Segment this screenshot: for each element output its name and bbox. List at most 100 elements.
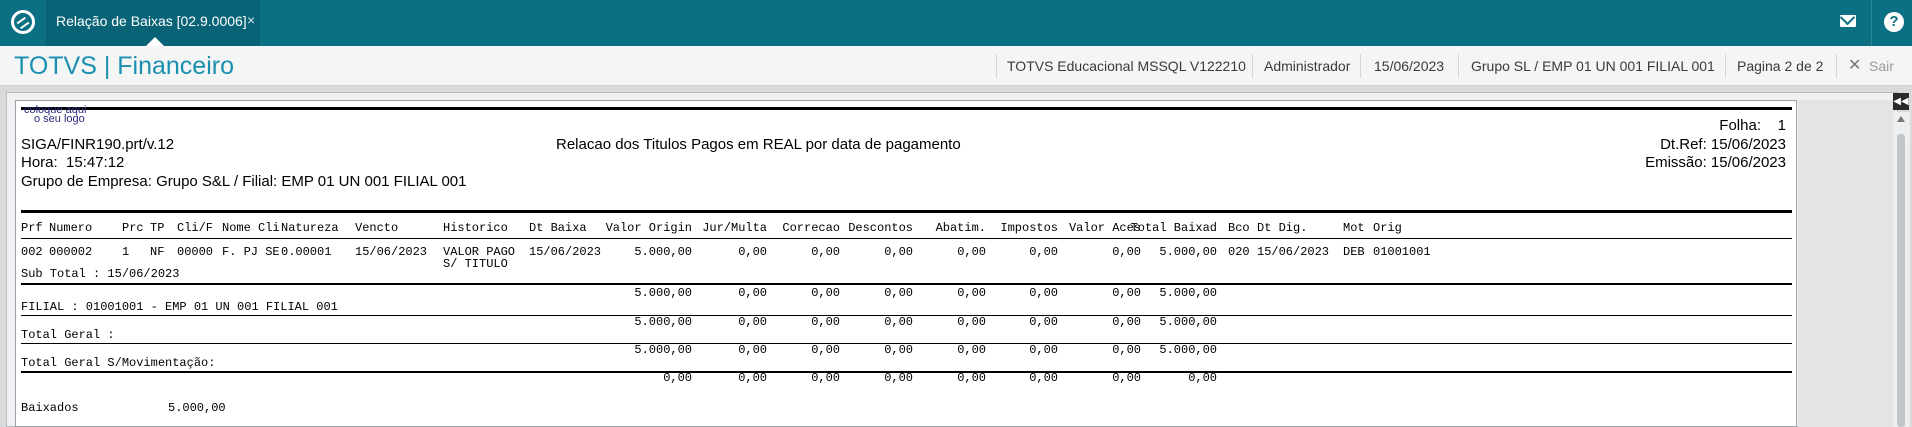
mail-icon[interactable] (1840, 15, 1856, 27)
totalgeral-jurmulta: 0,00 (738, 343, 767, 357)
report-emissao: Emissão: 15/06/2023 (1645, 154, 1786, 171)
report-page: coloque aqui o seu logo Folha: 1 SIGA/FI… (15, 100, 1797, 427)
col-dtdig: Dt Dig. (1257, 221, 1308, 235)
tab-close-icon[interactable]: × (247, 12, 255, 28)
col-orig: Orig (1373, 221, 1402, 235)
report-title: Relacao dos Titulos Pagos em REAL por da… (556, 136, 961, 153)
report-program: SIGA/FINR190.prt/v.12 (21, 136, 175, 153)
subtotal-abatim: 0,00 (957, 286, 986, 300)
page-info: Pagina 2 de 2 (1737, 58, 1824, 74)
header-bar: TOTVS | Financeiro TOTVS Educacional MSS… (0, 46, 1912, 86)
environment-info[interactable]: TOTVS Educacional MSSQL V122210 (1007, 46, 1246, 86)
col-prc: Prc (122, 221, 144, 235)
cell-historico-2: S/ TITULO (443, 257, 508, 271)
semmov-abatim: 0,00 (957, 371, 986, 385)
company-logo-placeholder: coloque aqui o seu logo (24, 105, 86, 125)
baixados-value: 5.000,00 (168, 401, 226, 415)
tab-relacao-de-baixas[interactable]: Relação de Baixas [02.9.0006] × (46, 0, 260, 46)
scroll-up-icon[interactable] (1897, 116, 1905, 122)
cell-orig: 01001001 (1373, 245, 1431, 259)
scroll-thumb[interactable] (1897, 134, 1905, 427)
logo-line-2: o seu logo (34, 113, 85, 125)
col-dtbaixa: Dt Baixa (529, 221, 587, 235)
header-separator (1836, 54, 1837, 78)
filial-label: FILIAL : 01001001 - EMP 01 UN 001 FILIAL… (21, 300, 338, 314)
cell-totalbaixad: 5.000,00 (1159, 245, 1217, 259)
col-bco: Bco (1228, 221, 1250, 235)
report-top-rule (21, 107, 1792, 110)
header-separator (1458, 54, 1459, 78)
cell-numero: 000002 (49, 245, 93, 259)
cell-tp: NF (150, 245, 165, 259)
cell-prc: 1 (122, 245, 130, 259)
header-separator (1725, 54, 1726, 78)
col-tp: TP (150, 221, 165, 235)
filial-totalbaixad: 5.000,00 (1159, 315, 1217, 329)
col-clif: Cli/F (177, 221, 214, 235)
totalgeral-totalbaixad: 5.000,00 (1159, 343, 1217, 357)
columns-rule (21, 238, 1792, 239)
collapse-panel-icon[interactable]: ◀◀ (1893, 93, 1909, 110)
report-dtref: Dt.Ref: 15/06/2023 (1660, 136, 1786, 153)
totalgeral-label: Total Geral : (21, 328, 115, 342)
baixados-label: Baixados (21, 401, 79, 415)
cell-mot: DEB (1343, 245, 1365, 259)
cell-nomecli: F. PJ SE (222, 245, 280, 259)
filial-jurmulta: 0,00 (738, 315, 767, 329)
header-separator (1360, 54, 1361, 78)
semmov-jurmulta: 0,00 (738, 371, 767, 385)
vertical-scrollbar[interactable] (1893, 112, 1910, 427)
side-panel (1798, 100, 1895, 427)
cell-dtdig: 15/06/2023 (1257, 245, 1330, 259)
col-descontos: Descontos (848, 221, 913, 235)
subtotal-descontos: 0,00 (884, 286, 913, 300)
subtotal-rule (21, 283, 1792, 285)
cell-prf: 002 (21, 245, 43, 259)
subtotal-totalbaixad: 5.000,00 (1159, 286, 1217, 300)
col-mot: Mot (1343, 221, 1365, 235)
topbar-divider (1871, 0, 1872, 46)
totalgeral-semmov-label: Total Geral S/Movimentação: (21, 356, 216, 370)
filial-abatim: 0,00 (957, 315, 986, 329)
report-grupo: Grupo de Empresa: Grupo S&L / Filial: EM… (21, 173, 467, 190)
col-historico: Historico (443, 221, 508, 235)
col-vencto: Vencto (355, 221, 399, 235)
tab-title: Relação de Baixas [02.9.0006] (56, 13, 247, 29)
totalgeral-abatim: 0,00 (957, 343, 986, 357)
col-prf: Prf (21, 221, 43, 235)
subtotal-label: Sub Total : 15/06/2023 (21, 267, 180, 281)
user-info[interactable]: Administrador (1264, 46, 1350, 86)
col-natureza: Natureza (281, 221, 339, 235)
group-info[interactable]: Grupo SL / EMP 01 UN 001 FILIAL 001 (1471, 46, 1715, 86)
active-tab-pointer (146, 37, 164, 46)
cell-descontos: 0,00 (884, 245, 913, 259)
close-icon[interactable]: ✕ (1848, 58, 1861, 74)
help-icon[interactable]: ? (1884, 12, 1904, 32)
report-header-rule (21, 210, 1792, 213)
cell-abatim: 0,00 (957, 245, 986, 259)
module-title: TOTVS | Financeiro (14, 52, 234, 80)
col-numero: Numero (49, 221, 93, 235)
subtotal-jurmulta: 0,00 (738, 286, 767, 300)
top-bar: Relação de Baixas [02.9.0006] × ? (0, 0, 1912, 46)
exit-button[interactable]: Sair (1869, 46, 1894, 86)
cell-jurmulta: 0,00 (738, 245, 767, 259)
totvs-logo-icon[interactable] (11, 10, 35, 34)
report-hora: Hora: 15:47:12 (21, 154, 125, 171)
cell-clif: 00000 (177, 245, 214, 259)
cell-vencto: 15/06/2023 (355, 245, 428, 259)
col-totalbaixad: Total Baixad (1130, 221, 1217, 235)
col-abatim: Abatim. (935, 221, 986, 235)
col-nomecli: Nome Cli (222, 221, 280, 235)
cell-natureza: 0.00001 (281, 245, 332, 259)
date-info[interactable]: 15/06/2023 (1374, 46, 1444, 86)
header-separator (996, 54, 997, 78)
col-jurmulta: Jur/Multa (702, 221, 767, 235)
semmov-descontos: 0,00 (884, 371, 913, 385)
semmov-totalbaixad: 0,00 (1188, 371, 1217, 385)
totalgeral-descontos: 0,00 (884, 343, 913, 357)
header-separator (1252, 54, 1253, 78)
filial-descontos: 0,00 (884, 315, 913, 329)
cell-bco: 020 (1228, 245, 1250, 259)
report-folha: Folha: 1 (1719, 117, 1786, 134)
